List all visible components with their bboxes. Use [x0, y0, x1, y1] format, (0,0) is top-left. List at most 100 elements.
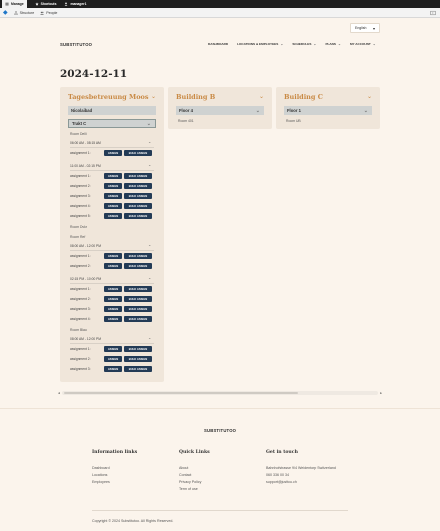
footer-link-locations[interactable]: Locations [92, 473, 107, 477]
assign-button[interactable]: ASSIGN [104, 173, 122, 179]
chevron-down-icon: ▾ [372, 26, 375, 31]
star-icon [35, 2, 39, 6]
nav-label: DASHBOARD [208, 42, 229, 46]
brand-logo[interactable]: SUBSTITUTOO [60, 42, 92, 47]
footer-link-terms[interactable]: Term of use [179, 487, 198, 491]
assign-button[interactable]: ASSIGN [104, 203, 122, 209]
building-name: Tagesbetreuung Moos [68, 93, 149, 101]
assign-button[interactable]: ASSIGN [104, 213, 122, 219]
assignment-label: assignment 1: [70, 174, 91, 178]
orientation-toggle-icon[interactable] [430, 10, 436, 16]
language-value: English [355, 26, 367, 30]
chevron-down-icon[interactable]: ⌄ [148, 242, 151, 247]
floor-name: Floor 4 [179, 108, 193, 113]
floor-toggle[interactable]: Nicolaibad [68, 106, 156, 115]
floor-name: Floor 1 [287, 108, 301, 113]
language-select[interactable]: English ▾ [350, 23, 380, 33]
assignment-label: assignment 2: [70, 357, 91, 361]
chevron-down-icon[interactable]: ⌄ [148, 139, 151, 144]
manage-menu[interactable]: Manage [2, 0, 27, 8]
nav-schedules[interactable]: SCHEDULES ⌄ [292, 42, 316, 46]
bulk-assign-button[interactable]: BULK ASSIGN [124, 193, 152, 199]
bulk-assign-button[interactable]: BULK ASSIGN [124, 173, 152, 179]
nav-label: MY ACCOUNT [349, 42, 371, 46]
scrollbar-thumb[interactable] [64, 392, 298, 394]
divider [70, 250, 154, 251]
footer-email[interactable]: support@justtcu.ch [266, 480, 297, 484]
footer-address: Bahnhofstrasse 9/4 Weidentorp Switzerlan… [266, 466, 336, 470]
floor-name: Trakt C [72, 121, 87, 126]
bulk-assign-button[interactable]: BULK ASSIGN [124, 263, 152, 269]
room-name: Room Ref [70, 235, 86, 239]
user-menu[interactable]: manager1 [64, 2, 86, 6]
chevron-down-icon: ⌄ [363, 107, 368, 114]
footer-link-contact[interactable]: Contact [179, 473, 191, 477]
bulk-assign-button[interactable]: BULK ASSIGN [124, 306, 152, 312]
floor-toggle[interactable]: Floor 1 ⌄ [284, 106, 372, 115]
footer-link-about[interactable]: About [179, 466, 188, 470]
floor-toggle[interactable]: Floor 4 ⌄ [176, 106, 264, 115]
horizontal-scrollbar[interactable]: ◂ ▸ [58, 391, 382, 395]
building-panel: Tagesbetreuung Moos ⌄ Nicolaibad Trakt C… [60, 87, 164, 382]
footer-brand[interactable]: SUBSTITUTOO [204, 428, 236, 433]
scroll-left-icon[interactable]: ◂ [58, 391, 60, 395]
bulk-assign-button[interactable]: BULK ASSIGN [124, 203, 152, 209]
structure-link[interactable]: Structure [14, 11, 34, 15]
bulk-assign-button[interactable]: BULK ASSIGN [124, 253, 152, 259]
nav-locations-employees[interactable]: LOCATIONS & EMPLOYEES ⌄ [237, 42, 283, 46]
user-label: manager1 [70, 2, 87, 6]
chevron-down-icon[interactable]: ⌄ [151, 93, 156, 100]
chevron-down-icon[interactable]: ⌄ [259, 93, 264, 100]
chevron-down-icon: ⌄ [255, 107, 260, 114]
drupal-icon[interactable]: ◆ [3, 10, 8, 16]
assignment-label: assignment 1: [70, 151, 91, 155]
bulk-assign-button[interactable]: BULK ASSIGN [124, 183, 152, 189]
floor-toggle[interactable]: Trakt C ⌄ [68, 119, 156, 128]
assign-button[interactable]: ASSIGN [104, 356, 122, 362]
bulk-assign-button[interactable]: BULK ASSIGN [124, 296, 152, 302]
chevron-down-icon[interactable]: ⌄ [148, 335, 151, 340]
assign-button[interactable]: ASSIGN [104, 366, 122, 372]
assign-button[interactable]: ASSIGN [104, 346, 122, 352]
scroll-right-icon[interactable]: ▸ [380, 391, 382, 395]
room-name: Room Dvkr [70, 225, 87, 229]
bulk-assign-button[interactable]: BULK ASSIGN [124, 150, 152, 156]
bulk-assign-button[interactable]: BULK ASSIGN [124, 346, 152, 352]
nav-plans[interactable]: PLANS ⌄ [325, 42, 341, 46]
bulk-assign-button[interactable]: BULK ASSIGN [124, 366, 152, 372]
footer-link-employees[interactable]: Employees [92, 480, 110, 484]
building-panel: Building C ⌄ Floor 1 ⌄ Room UB [276, 87, 380, 129]
bulk-assign-button[interactable]: BULK ASSIGN [124, 356, 152, 362]
footer-link-privacy[interactable]: Privacy Policy [179, 480, 201, 484]
footer-phone[interactable]: 060 336 00 34 [266, 473, 289, 477]
people-link[interactable]: People [40, 11, 57, 15]
assign-button[interactable]: ASSIGN [104, 296, 122, 302]
assign-button[interactable]: ASSIGN [104, 193, 122, 199]
nav-dashboard[interactable]: DASHBOARD [208, 42, 228, 46]
shortcuts-label: Shortcuts [40, 2, 57, 6]
user-icon [65, 2, 68, 6]
assign-button[interactable]: ASSIGN [104, 263, 122, 269]
assign-button[interactable]: ASSIGN [104, 286, 122, 292]
chevron-down-icon[interactable]: ⌄ [367, 93, 372, 100]
footer-link-dashboard[interactable]: Dashboard [92, 466, 110, 470]
manage-label: Manage [11, 2, 24, 6]
bulk-assign-button[interactable]: BULK ASSIGN [124, 213, 152, 219]
assignment-label: assignment 2: [70, 297, 91, 301]
assign-button[interactable]: ASSIGN [104, 306, 122, 312]
footer-heading: Quick Links [179, 450, 210, 455]
nav-my-account[interactable]: MY ACCOUNT ⌄ [350, 42, 376, 46]
bulk-assign-button[interactable]: BULK ASSIGN [124, 286, 152, 292]
assignment-label: assignment 3: [70, 307, 91, 311]
chevron-down-icon: ⌄ [146, 120, 151, 127]
assign-button[interactable]: ASSIGN [104, 253, 122, 259]
menu-icon [5, 2, 9, 6]
assign-button[interactable]: ASSIGN [104, 183, 122, 189]
assign-button[interactable]: ASSIGN [104, 316, 122, 322]
chevron-down-icon[interactable]: ⌄ [148, 162, 151, 167]
shortcuts-menu[interactable]: Shortcuts [35, 2, 57, 6]
chevron-down-icon[interactable]: ⌄ [148, 275, 151, 280]
assign-button[interactable]: ASSIGN [104, 150, 122, 156]
bulk-assign-button[interactable]: BULK ASSIGN [124, 316, 152, 322]
floor-name: Nicolaibad [71, 108, 93, 113]
